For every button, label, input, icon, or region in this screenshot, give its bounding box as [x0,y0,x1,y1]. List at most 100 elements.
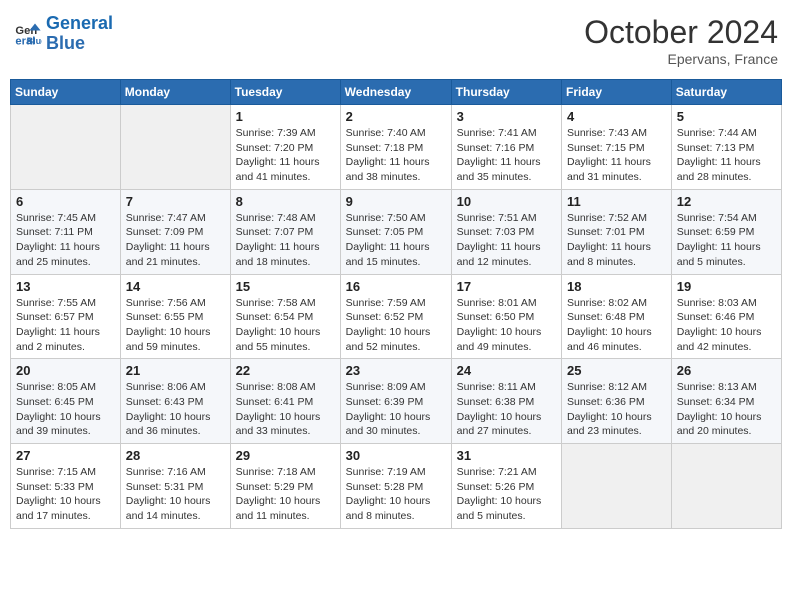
day-info: Sunrise: 7:15 AMSunset: 5:33 PMDaylight:… [16,465,115,524]
calendar-cell: 29 Sunrise: 7:18 AMSunset: 5:29 PMDayligh… [230,444,340,529]
calendar-cell: 20 Sunrise: 8:05 AMSunset: 6:45 PMDayligh… [11,359,121,444]
weekday-header-saturday: Saturday [671,80,781,105]
calendar-cell: 16 Sunrise: 7:59 AMSunset: 6:52 PMDayligh… [340,274,451,359]
day-number: 6 [16,194,115,209]
day-number: 5 [677,109,776,124]
weekday-header-sunday: Sunday [11,80,121,105]
week-row-2: 6 Sunrise: 7:45 AMSunset: 7:11 PMDaylight… [11,189,782,274]
page-header: Gen eral Blue General Blue October 2024 … [10,10,782,71]
day-number: 27 [16,448,115,463]
calendar-cell: 31 Sunrise: 7:21 AMSunset: 5:26 PMDayligh… [451,444,561,529]
calendar-cell: 7Sunrise: 7:47 AMSunset: 7:09 PMDaylight… [120,189,230,274]
weekday-header-wednesday: Wednesday [340,80,451,105]
day-number: 22 [236,363,335,378]
day-info: Sunrise: 8:05 AMSunset: 6:45 PMDaylight:… [16,380,115,439]
day-number: 20 [16,363,115,378]
weekday-header-tuesday: Tuesday [230,80,340,105]
weekday-header-row: SundayMondayTuesdayWednesdayThursdayFrid… [11,80,782,105]
day-number: 15 [236,279,335,294]
day-info: Sunrise: 8:06 AMSunset: 6:43 PMDaylight:… [126,380,225,439]
day-info: Sunrise: 7:50 AMSunset: 7:05 PMDaylight:… [346,211,446,270]
calendar-cell: 6 Sunrise: 7:45 AMSunset: 7:11 PMDaylight… [11,189,121,274]
calendar-cell: 3Sunrise: 7:41 AMSunset: 7:16 PMDaylight… [451,105,561,190]
day-info: Sunrise: 7:21 AMSunset: 5:26 PMDaylight:… [457,465,556,524]
day-number: 16 [346,279,446,294]
location: Epervans, France [584,51,778,67]
calendar-cell: 22 Sunrise: 8:08 AMSunset: 6:41 PMDayligh… [230,359,340,444]
svg-text:Blue: Blue [27,36,42,46]
calendar-cell: 18 Sunrise: 8:02 AMSunset: 6:48 PMDayligh… [562,274,672,359]
month-title: October 2024 [584,14,778,51]
day-number: 8 [236,194,335,209]
day-number: 26 [677,363,776,378]
week-row-3: 13Sunrise: 7:55 AMSunset: 6:57 PMDayligh… [11,274,782,359]
day-number: 1 [236,109,335,124]
calendar-table: SundayMondayTuesdayWednesdayThursdayFrid… [10,79,782,529]
day-info: Sunrise: 7:48 AMSunset: 7:07 PMDaylight:… [236,211,335,270]
day-number: 18 [567,279,666,294]
weekday-header-monday: Monday [120,80,230,105]
day-info: Sunrise: 8:11 AMSunset: 6:38 PMDaylight:… [457,380,556,439]
day-number: 25 [567,363,666,378]
day-number: 17 [457,279,556,294]
title-block: October 2024 Epervans, France [584,14,778,67]
calendar-cell: 28Sunrise: 7:16 AMSunset: 5:31 PMDayligh… [120,444,230,529]
calendar-cell [671,444,781,529]
logo-general: General [46,13,113,33]
day-info: Sunrise: 8:12 AMSunset: 6:36 PMDaylight:… [567,380,666,439]
day-info: Sunrise: 7:41 AMSunset: 7:16 PMDaylight:… [457,126,556,185]
calendar-cell: 10Sunrise: 7:51 AMSunset: 7:03 PMDayligh… [451,189,561,274]
logo-text: General Blue [46,14,113,54]
day-info: Sunrise: 7:19 AMSunset: 5:28 PMDaylight:… [346,465,446,524]
day-info: Sunrise: 7:43 AMSunset: 7:15 PMDaylight:… [567,126,666,185]
day-number: 24 [457,363,556,378]
day-info: Sunrise: 8:02 AMSunset: 6:48 PMDaylight:… [567,296,666,355]
day-info: Sunrise: 7:54 AMSunset: 6:59 PMDaylight:… [677,211,776,270]
day-info: Sunrise: 7:40 AMSunset: 7:18 PMDaylight:… [346,126,446,185]
day-info: Sunrise: 7:39 AMSunset: 7:20 PMDaylight:… [236,126,335,185]
calendar-cell [562,444,672,529]
calendar-cell: 19Sunrise: 8:03 AMSunset: 6:46 PMDayligh… [671,274,781,359]
calendar-cell: 26 Sunrise: 8:13 AMSunset: 6:34 PMDayligh… [671,359,781,444]
day-number: 14 [126,279,225,294]
day-info: Sunrise: 8:13 AMSunset: 6:34 PMDaylight:… [677,380,776,439]
day-info: Sunrise: 7:58 AMSunset: 6:54 PMDaylight:… [236,296,335,355]
week-row-5: 27 Sunrise: 7:15 AMSunset: 5:33 PMDayligh… [11,444,782,529]
day-number: 23 [346,363,446,378]
calendar-cell: 24 Sunrise: 8:11 AMSunset: 6:38 PMDayligh… [451,359,561,444]
logo-blue: Blue [46,33,85,53]
day-info: Sunrise: 7:56 AMSunset: 6:55 PMDaylight:… [126,296,225,355]
calendar-cell: 23 Sunrise: 8:09 AMSunset: 6:39 PMDayligh… [340,359,451,444]
calendar-cell: 12 Sunrise: 7:54 AMSunset: 6:59 PMDayligh… [671,189,781,274]
week-row-4: 20 Sunrise: 8:05 AMSunset: 6:45 PMDayligh… [11,359,782,444]
calendar-cell: 4 Sunrise: 7:43 AMSunset: 7:15 PMDaylight… [562,105,672,190]
day-info: Sunrise: 8:09 AMSunset: 6:39 PMDaylight:… [346,380,446,439]
calendar-cell: 9 Sunrise: 7:50 AMSunset: 7:05 PMDaylight… [340,189,451,274]
day-info: Sunrise: 8:08 AMSunset: 6:41 PMDaylight:… [236,380,335,439]
day-number: 13 [16,279,115,294]
weekday-header-friday: Friday [562,80,672,105]
day-info: Sunrise: 8:03 AMSunset: 6:46 PMDaylight:… [677,296,776,355]
day-info: Sunrise: 7:45 AMSunset: 7:11 PMDaylight:… [16,211,115,270]
calendar-cell: 15 Sunrise: 7:58 AMSunset: 6:54 PMDayligh… [230,274,340,359]
day-number: 4 [567,109,666,124]
day-number: 21 [126,363,225,378]
day-number: 12 [677,194,776,209]
calendar-cell [11,105,121,190]
day-number: 31 [457,448,556,463]
calendar-cell: 8 Sunrise: 7:48 AMSunset: 7:07 PMDaylight… [230,189,340,274]
calendar-cell: 27 Sunrise: 7:15 AMSunset: 5:33 PMDayligh… [11,444,121,529]
calendar-cell: 5Sunrise: 7:44 AMSunset: 7:13 PMDaylight… [671,105,781,190]
logo-icon: Gen eral Blue [14,20,42,48]
day-number: 9 [346,194,446,209]
calendar-cell: 14 Sunrise: 7:56 AMSunset: 6:55 PMDayligh… [120,274,230,359]
calendar-cell: 21 Sunrise: 8:06 AMSunset: 6:43 PMDayligh… [120,359,230,444]
day-info: Sunrise: 7:18 AMSunset: 5:29 PMDaylight:… [236,465,335,524]
week-row-1: 1 Sunrise: 7:39 AMSunset: 7:20 PMDaylight… [11,105,782,190]
day-number: 7 [126,194,225,209]
day-number: 2 [346,109,446,124]
calendar-cell: 13Sunrise: 7:55 AMSunset: 6:57 PMDayligh… [11,274,121,359]
day-info: Sunrise: 7:59 AMSunset: 6:52 PMDaylight:… [346,296,446,355]
day-number: 29 [236,448,335,463]
calendar-cell: 1 Sunrise: 7:39 AMSunset: 7:20 PMDaylight… [230,105,340,190]
